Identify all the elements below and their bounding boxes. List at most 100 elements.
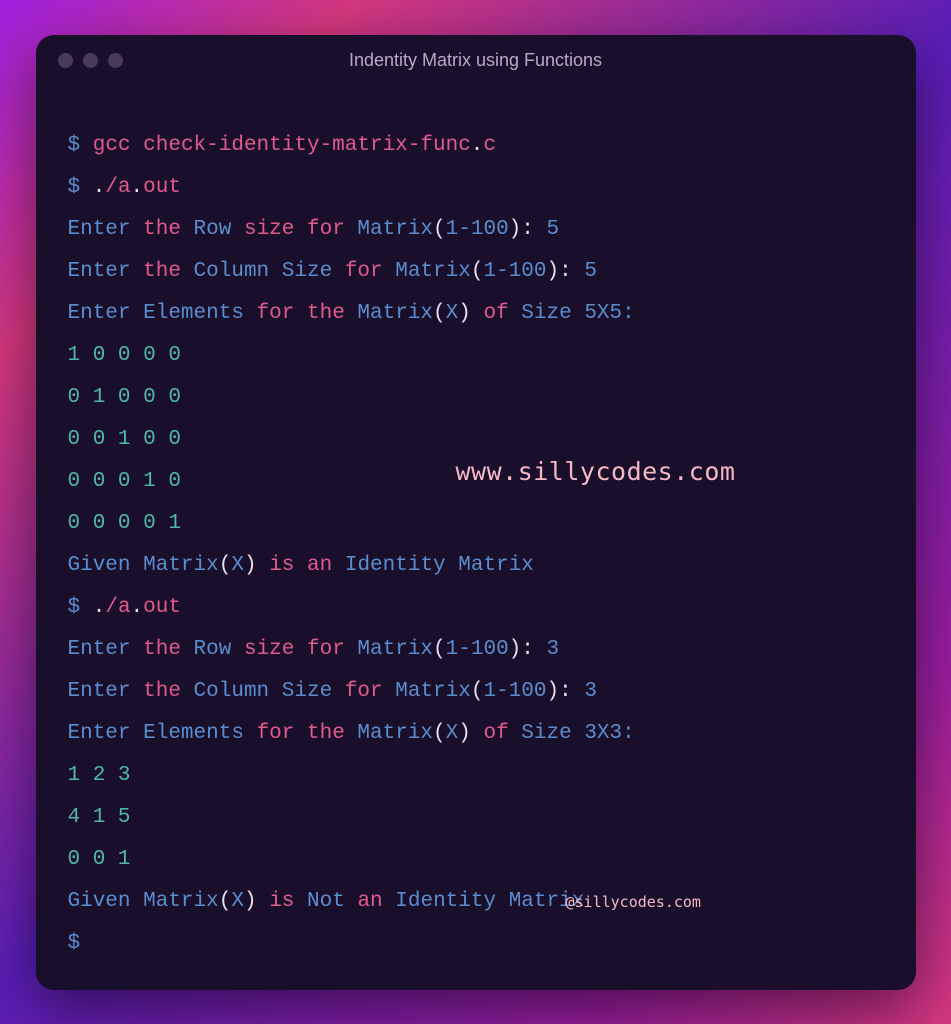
paren: ): bbox=[509, 638, 534, 661]
text: Size bbox=[521, 722, 571, 745]
text: Size bbox=[282, 680, 332, 703]
terminal-line: Enter the Row size for Matrix(1-100): 5 bbox=[68, 209, 884, 251]
text: Enter bbox=[68, 638, 131, 661]
dot: . bbox=[471, 134, 484, 157]
text: Matrix bbox=[395, 680, 471, 703]
text: size bbox=[244, 218, 294, 241]
watermark-main: www.sillycodes.com bbox=[456, 447, 736, 497]
watermark-handle: @sillycodes.com bbox=[566, 887, 701, 917]
matrix-row: 1 2 3 bbox=[68, 755, 884, 797]
text: for bbox=[307, 218, 345, 241]
text: X bbox=[446, 722, 459, 745]
dot: . bbox=[93, 596, 106, 619]
input-value: 3 bbox=[547, 638, 560, 661]
paren: ): bbox=[509, 218, 534, 241]
bin-ext: out bbox=[143, 176, 181, 199]
text: size bbox=[244, 638, 294, 661]
paren: ( bbox=[433, 218, 446, 241]
text: Elements bbox=[143, 722, 244, 745]
paren: ) bbox=[458, 722, 471, 745]
prompt-symbol: $ bbox=[68, 176, 81, 199]
terminal-line: $ gcc check-identity-matrix-func.c bbox=[68, 125, 884, 167]
input-value: 5 bbox=[584, 260, 597, 283]
text: Matrix bbox=[458, 554, 534, 577]
terminal-line: Given Matrix(X) is Not an Identity Matri… bbox=[68, 881, 884, 923]
text: Matrix bbox=[357, 722, 433, 745]
text: Enter bbox=[68, 302, 131, 325]
terminal-line: $ ./a.out bbox=[68, 587, 884, 629]
range: 1-100 bbox=[483, 680, 546, 703]
text: of bbox=[483, 722, 508, 745]
text: the bbox=[307, 722, 345, 745]
paren: ): bbox=[546, 260, 571, 283]
matrix-row: 1 0 0 0 0 bbox=[68, 335, 884, 377]
text: Given bbox=[68, 554, 131, 577]
terminal-body[interactable]: www.sillycodes.com @sillycodes.com $ gcc… bbox=[36, 87, 916, 990]
prompt-symbol: $ bbox=[68, 596, 81, 619]
terminal-line: $ ./a.out bbox=[68, 167, 884, 209]
slash: / bbox=[105, 596, 118, 619]
matrix-row: 4 1 5 bbox=[68, 797, 884, 839]
bin-name: a bbox=[118, 176, 131, 199]
text: Enter bbox=[68, 680, 131, 703]
paren: ( bbox=[219, 890, 232, 913]
input-value: 5 bbox=[547, 218, 560, 241]
slash: / bbox=[105, 176, 118, 199]
text: 3X3: bbox=[584, 722, 634, 745]
text: is bbox=[269, 890, 294, 913]
terminal-line: Enter the Column Size for Matrix(1-100):… bbox=[68, 251, 884, 293]
text: Column bbox=[194, 260, 270, 283]
paren: ( bbox=[433, 722, 446, 745]
terminal-line: Enter Elements for the Matrix(X) of Size… bbox=[68, 713, 884, 755]
input-value: 3 bbox=[584, 680, 597, 703]
window-title: Indentity Matrix using Functions bbox=[36, 50, 916, 71]
matrix-row: 0 0 0 0 1 bbox=[68, 503, 884, 545]
paren: ( bbox=[219, 554, 232, 577]
text: X bbox=[446, 302, 459, 325]
text: the bbox=[143, 638, 181, 661]
bin-ext: out bbox=[143, 596, 181, 619]
text: Enter bbox=[68, 218, 131, 241]
filename-stem: check-identity-matrix-func bbox=[143, 134, 471, 157]
text: Matrix bbox=[143, 554, 219, 577]
text: Given bbox=[68, 890, 131, 913]
text: an bbox=[307, 554, 332, 577]
text: for bbox=[257, 302, 295, 325]
text: of bbox=[483, 302, 508, 325]
text: for bbox=[257, 722, 295, 745]
range: 1-100 bbox=[446, 638, 509, 661]
text: X bbox=[231, 554, 244, 577]
text: Matrix bbox=[395, 260, 471, 283]
text: Matrix bbox=[357, 638, 433, 661]
prompt-symbol[interactable]: $ bbox=[68, 923, 884, 965]
text: the bbox=[143, 218, 181, 241]
bin-name: a bbox=[118, 596, 131, 619]
paren: ) bbox=[244, 890, 257, 913]
text: Enter bbox=[68, 260, 131, 283]
paren: ( bbox=[471, 260, 484, 283]
text: Size bbox=[521, 302, 571, 325]
matrix-row: 0 1 0 0 0 bbox=[68, 377, 884, 419]
text: for bbox=[307, 638, 345, 661]
paren: ): bbox=[546, 680, 571, 703]
text: Identity bbox=[395, 890, 496, 913]
text: Identity bbox=[345, 554, 446, 577]
range: 1-100 bbox=[483, 260, 546, 283]
text: for bbox=[345, 260, 383, 283]
text: is bbox=[269, 554, 294, 577]
text: Enter bbox=[68, 722, 131, 745]
text: the bbox=[307, 302, 345, 325]
terminal-line: Given Matrix(X) is an Identity Matrix bbox=[68, 545, 884, 587]
text: Row bbox=[194, 218, 232, 241]
prompt-symbol: $ bbox=[68, 134, 81, 157]
terminal-line: Enter the Column Size for Matrix(1-100):… bbox=[68, 671, 884, 713]
dot: . bbox=[131, 596, 144, 619]
text: the bbox=[143, 680, 181, 703]
dot: . bbox=[131, 176, 144, 199]
text: Matrix bbox=[143, 890, 219, 913]
text: Column bbox=[194, 680, 270, 703]
matrix-row: 0 0 1 bbox=[68, 839, 884, 881]
dot: . bbox=[93, 176, 106, 199]
terminal-window: Indentity Matrix using Functions www.sil… bbox=[36, 35, 916, 990]
text: an bbox=[357, 890, 382, 913]
